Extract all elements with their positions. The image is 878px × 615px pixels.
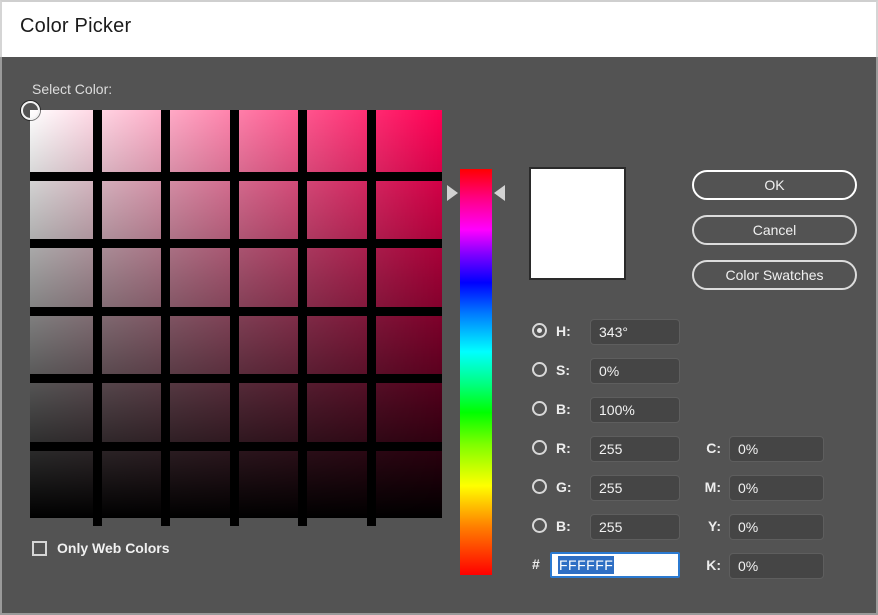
cmyk-input-m[interactable]: 0% xyxy=(729,475,824,501)
radio-b-brightness[interactable] xyxy=(532,401,547,416)
hex-input-value: FFFFFF xyxy=(558,556,615,574)
dialog-body: Select Color: OK Cancel Color Swatches H… xyxy=(0,57,878,615)
cmyk-label-m: M: xyxy=(704,479,721,495)
grid-line-horizontal xyxy=(30,442,442,451)
grid-line-horizontal xyxy=(30,374,442,383)
only-web-colors-checkbox[interactable]: Only Web Colors xyxy=(32,540,170,556)
grid-line-horizontal xyxy=(30,172,442,181)
color-field-cursor[interactable] xyxy=(21,101,40,120)
hue-slider-marker-right-icon[interactable] xyxy=(494,185,505,201)
channel-input-g[interactable]: 255 xyxy=(590,475,680,501)
radio-g[interactable] xyxy=(532,479,547,494)
channel-input-b-brightness[interactable]: 100% xyxy=(590,397,680,423)
channel-label-r: R: xyxy=(556,440,571,456)
only-web-colors-label: Only Web Colors xyxy=(57,540,170,556)
radio-r[interactable] xyxy=(532,440,547,455)
radio-s[interactable] xyxy=(532,362,547,377)
channel-input-h[interactable]: 343° xyxy=(590,319,680,345)
hex-input[interactable]: FFFFFF xyxy=(550,552,680,578)
hex-hash-label: # xyxy=(532,556,540,572)
hue-slider[interactable] xyxy=(460,169,492,575)
cmyk-input-c[interactable]: 0% xyxy=(729,436,824,462)
channel-input-r[interactable]: 255 xyxy=(590,436,680,462)
dialog-title: Color Picker xyxy=(20,15,132,37)
cmyk-label-y: Y: xyxy=(708,518,721,534)
channel-input-b-blue[interactable]: 255 xyxy=(590,514,680,540)
cancel-button[interactable]: Cancel xyxy=(692,215,857,245)
color-preview-swatch xyxy=(529,167,626,280)
channel-input-s[interactable]: 0% xyxy=(590,358,680,384)
hue-slider-marker-left-icon[interactable] xyxy=(447,185,458,201)
radio-h[interactable] xyxy=(532,323,547,338)
cmyk-input-y[interactable]: 0% xyxy=(729,514,824,540)
channel-label-h: H: xyxy=(556,323,571,339)
select-color-label: Select Color: xyxy=(32,81,113,97)
only-web-colors-box[interactable] xyxy=(32,540,47,556)
grid-line-horizontal xyxy=(30,239,442,248)
cmyk-label-c: C: xyxy=(706,440,721,456)
color-swatches-button[interactable]: Color Swatches xyxy=(692,260,857,290)
cmyk-label-k: K: xyxy=(706,557,721,573)
channel-label-s: S: xyxy=(556,362,570,378)
channel-label-g: G: xyxy=(556,479,572,495)
grid-line-horizontal xyxy=(30,307,442,316)
cmyk-input-k[interactable]: 0% xyxy=(729,553,824,579)
radio-b-blue[interactable] xyxy=(532,518,547,533)
channel-label-b-brightness: B: xyxy=(556,401,571,417)
color-picker-dialog: Color Picker Select Color: OK Cancel Col… xyxy=(0,0,878,615)
dialog-titlebar: Color Picker xyxy=(0,0,878,57)
ok-button[interactable]: OK xyxy=(692,170,857,200)
channel-label-b-blue: B: xyxy=(556,518,571,534)
saturation-brightness-field[interactable] xyxy=(21,101,442,526)
